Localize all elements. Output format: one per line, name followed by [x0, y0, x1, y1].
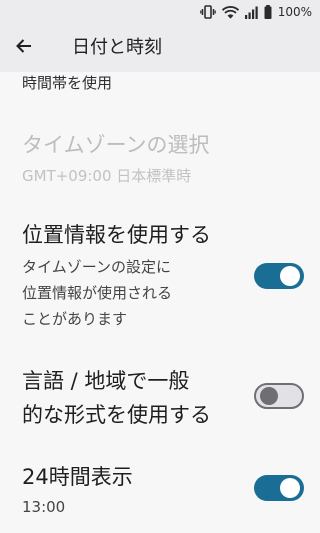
- status-bar: 100%: [0, 0, 320, 24]
- setting-summary-line: ことがあります: [22, 310, 128, 328]
- use-location-toggle[interactable]: [254, 263, 304, 289]
- setting-title: 24時間表示: [22, 465, 133, 489]
- toggle-thumb: [280, 478, 300, 498]
- app-bar: 日付と時刻: [0, 24, 320, 72]
- setting-title-line: 言語 / 地域で一般: [22, 369, 190, 393]
- setting-title: 位置情報を使用する: [22, 223, 211, 247]
- vibrate-icon: [199, 5, 216, 19]
- toggle-thumb: [280, 266, 300, 286]
- setting-summary-line: 位置情報が使用される: [22, 284, 173, 302]
- setting-24-hour[interactable]: 24時間表示 13:00: [0, 458, 320, 528]
- battery-percentage: 100%: [277, 5, 312, 19]
- setting-locale-format[interactable]: 言語 / 地域で一般 的な形式を使用する: [0, 360, 320, 440]
- back-button[interactable]: [10, 34, 38, 62]
- setting-time-zone-select: タイムゾーンの選択 GMT+09:00 日本標準時: [0, 124, 320, 190]
- setting-use-location[interactable]: 位置情報を使用する タイムゾーンの設定に 位置情報が使用される ことがあります: [0, 214, 320, 338]
- status-icons: 100%: [199, 3, 312, 21]
- toggle-thumb: [260, 387, 278, 405]
- battery-icon: [264, 5, 272, 19]
- settings-list: 時間帯を使用 タイムゾーンの選択 GMT+09:00 日本標準時 位置情報を使用…: [0, 72, 320, 533]
- 24-hour-toggle[interactable]: [254, 475, 304, 501]
- setting-summary-line: タイムゾーンの設定に: [22, 258, 171, 276]
- page-title: 日付と時刻: [72, 37, 162, 58]
- locale-format-toggle[interactable]: [254, 383, 304, 409]
- signal-icon: [244, 6, 258, 19]
- setting-title: タイムゾーンの選択: [22, 133, 210, 157]
- setting-summary: GMT+09:00 日本標準時: [22, 167, 192, 185]
- use-time-zone-item[interactable]: 時間帯を使用: [22, 72, 112, 94]
- arrow-back-icon: [15, 37, 33, 59]
- wifi-icon: [221, 5, 239, 19]
- setting-title-line: 的な形式を使用する: [22, 403, 211, 427]
- setting-summary: 13:00: [22, 498, 66, 516]
